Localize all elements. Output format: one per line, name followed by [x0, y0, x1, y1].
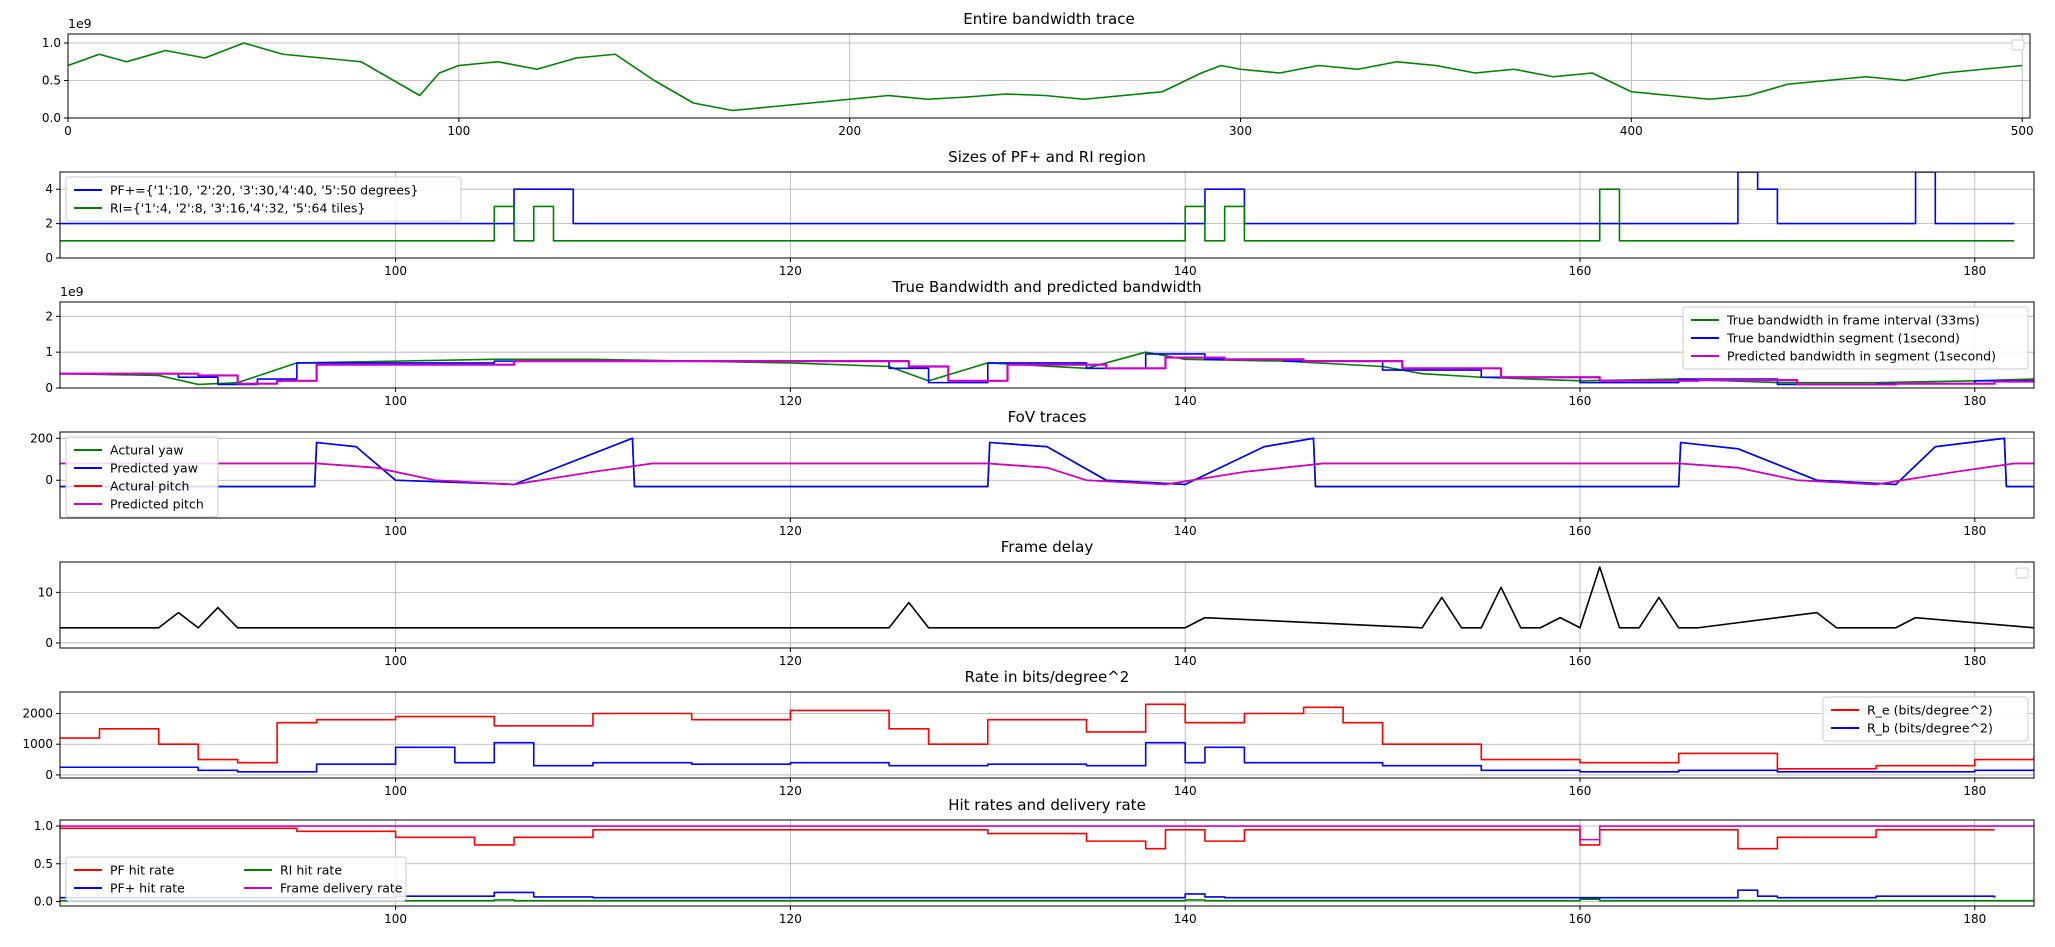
legend-label: RI hit rate — [280, 863, 342, 878]
x-tick-label: 100 — [447, 124, 470, 138]
x-tick-label: 200 — [838, 124, 861, 138]
x-tick-label: 400 — [1620, 124, 1643, 138]
y-tick-label: 1 — [45, 345, 53, 359]
legend-label: Predicted pitch — [110, 497, 204, 512]
figure: 0 100 200 300 400 5000.00.51.01e9 Entire bandw… — [22, 10, 2035, 926]
x-tick-label: 100 — [384, 654, 407, 668]
plot-area — [59, 691, 2035, 779]
x-tick-label: 500 — [2011, 124, 2034, 138]
y-tick-label: 0 — [45, 473, 53, 487]
x-tick-label: 120 — [779, 912, 802, 926]
chart-title: FoV traces — [1008, 408, 1087, 426]
x-tick-label: 140 — [1174, 912, 1197, 926]
chart-title: Sizes of PF+ and RI region — [948, 148, 1146, 166]
y-tick-label: 0 — [45, 251, 53, 265]
chart-title: Entire bandwidth trace — [963, 10, 1134, 28]
x-tick-label: 100 — [384, 394, 407, 408]
x-tick-label: 180 — [1963, 654, 1986, 668]
legend-label: Predicted yaw — [110, 461, 198, 476]
legend-label: Predicted bandwidth in segment (1second) — [1727, 349, 1996, 364]
x-tick-label: 120 — [779, 654, 802, 668]
x-tick-label: 160 — [1569, 784, 1592, 798]
panel-region-sizes: 100 120 140 160 180 0 2 4 Sizes of PF+ and RI re… — [45, 148, 2035, 278]
y-tick-label: 0 — [45, 768, 53, 782]
x-tick-label: 180 — [1963, 394, 1986, 408]
x-tick-label: 180 — [1963, 524, 1986, 538]
chart-title: Rate in bits/degree^2 — [965, 668, 1130, 686]
x-tick-label: 120 — [779, 784, 802, 798]
chart-title: True Bandwidth and predicted bandwidth — [891, 278, 1201, 296]
legend-label: R_b (bits/degree^2) — [1867, 721, 1993, 736]
x-tick-label: 160 — [1569, 912, 1592, 926]
chart-title: Frame delay — [1001, 538, 1094, 556]
plot-area — [59, 431, 2035, 519]
x-tick-label: 100 — [384, 264, 407, 278]
x-tick-label: 160 — [1569, 654, 1592, 668]
empty-legend-box — [2015, 567, 2029, 579]
y-tick-label: 0 — [45, 636, 53, 650]
plot-area — [59, 561, 2035, 649]
y-tick-label: 2000 — [22, 707, 53, 721]
plot-area — [67, 33, 2031, 119]
y-exponent-label: 1e9 — [60, 284, 84, 299]
legend: Actural yaw Predicted yaw Actural pitch Pre… — [65, 436, 219, 518]
x-tick-label: 160 — [1569, 524, 1592, 538]
x-tick-label: 120 — [779, 394, 802, 408]
y-tick-label: 4 — [45, 182, 53, 196]
x-tick-label: 180 — [1963, 912, 1986, 926]
x-tick-label: 140 — [1174, 394, 1197, 408]
legend-label: Actural pitch — [110, 479, 189, 494]
x-tick-label: 180 — [1963, 264, 1986, 278]
panel-fov-traces: 100 120 140 160 180 0 200 FoV traces Actural yaw… — [30, 408, 2035, 538]
x-tick-label: 100 — [384, 912, 407, 926]
panel-frame-delay: 100 120 140 160 180 0 10 Frame delay — [38, 538, 2035, 668]
y-tick-label: 1.0 — [42, 36, 61, 50]
y-exponent-label: 1e9 — [68, 16, 92, 31]
panel-rate: 100 120 140 160 180 0 1000 2000 Rate in bits/deg… — [22, 668, 2035, 798]
y-tick-label: 1000 — [22, 737, 53, 751]
y-tick-label: 1.0 — [34, 819, 53, 833]
legend: PF hit rate PF+ hit rate RI hit rate Frame … — [65, 856, 407, 902]
y-tick-label: 0.0 — [42, 111, 61, 125]
x-tick-label: 140 — [1174, 654, 1197, 668]
x-tick-label: 140 — [1174, 524, 1197, 538]
legend: True bandwidth in frame interval (33ms) T… — [1682, 306, 2029, 370]
x-tick-label: 120 — [779, 264, 802, 278]
y-tick-label: 0.0 — [34, 894, 53, 908]
chart-title: Hit rates and delivery rate — [948, 796, 1146, 814]
y-tick-label: 10 — [38, 585, 53, 599]
y-tick-label: 0.5 — [42, 74, 61, 88]
y-tick-label: 0.5 — [34, 857, 53, 871]
x-tick-label: 120 — [779, 524, 802, 538]
legend-label: R_e (bits/degree^2) — [1867, 703, 1993, 718]
legend: PF+={'1':10, '2':20, '3':30,'4':40, '5':… — [65, 176, 462, 222]
x-tick-label: 100 — [384, 784, 407, 798]
legend-label: PF hit rate — [110, 863, 175, 878]
x-tick-label: 180 — [1963, 784, 1986, 798]
y-tick-label: 0 — [45, 381, 53, 395]
legend-label: RI={'1':4, '2':8, '3':16,'4':32, '5':64 … — [110, 201, 365, 216]
panel-bandwidth-trace: 0 100 200 300 400 500 0.0 0.5 1.0 1e9 Entire bandw… — [42, 10, 2034, 138]
legend-label: True bandwidth in frame interval (33ms) — [1726, 313, 1980, 328]
y-tick-label: 2 — [45, 217, 53, 231]
x-tick-label: 140 — [1174, 784, 1197, 798]
x-tick-label: 160 — [1569, 264, 1592, 278]
legend: R_e (bits/degree^2) R_b (bits/degree^2) — [1822, 696, 2029, 742]
x-tick-label: 0 — [64, 124, 72, 138]
legend-label: Actural yaw — [110, 443, 184, 458]
legend-label: PF+ hit rate — [110, 881, 185, 896]
panel-hit-rates: 100 120 140 160 180 0.0 0.5 1.0 Hit rates and de… — [34, 796, 2035, 926]
panel-true-predicted-bandwidth: 100 120 140 160 180 0 1 2 1e9 True Bandwidth and … — [45, 278, 2035, 408]
y-tick-label: 200 — [30, 431, 53, 445]
legend-label: Frame delivery rate — [280, 881, 403, 896]
empty-legend-box — [2011, 39, 2025, 51]
x-tick-label: 140 — [1174, 264, 1197, 278]
legend-label: True bandwidthin segment (1second) — [1726, 331, 1960, 346]
legend-label: PF+={'1':10, '2':20, '3':30,'4':40, '5':… — [110, 183, 418, 198]
x-tick-label: 300 — [1229, 124, 1252, 138]
y-tick-label: 2 — [45, 309, 53, 323]
x-tick-label: 160 — [1569, 394, 1592, 408]
x-tick-label: 100 — [384, 524, 407, 538]
